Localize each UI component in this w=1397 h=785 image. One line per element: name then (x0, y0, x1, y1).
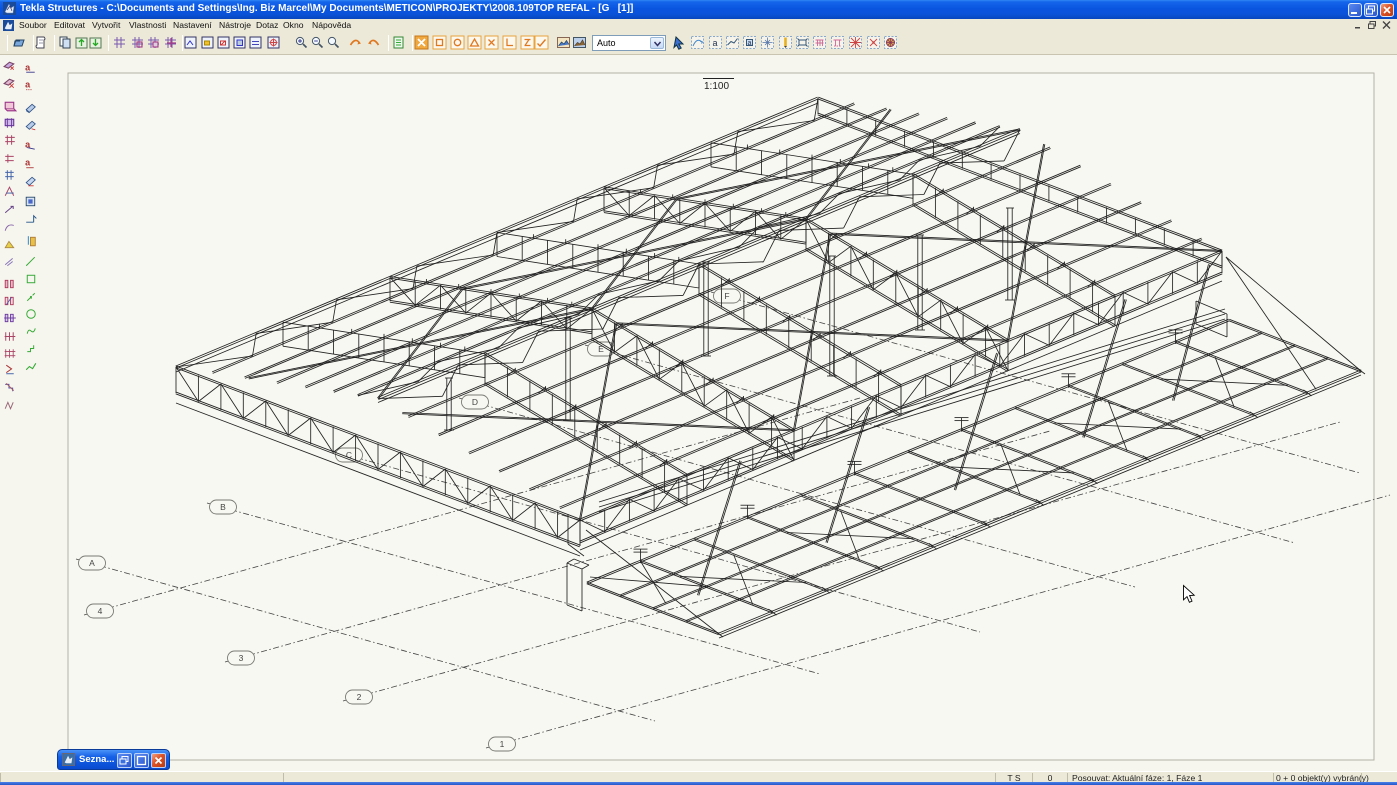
svg-text:F: F (724, 291, 729, 301)
svg-text:a: a (25, 158, 31, 168)
svg-text:1:100: 1:100 (704, 81, 729, 92)
svg-text:3: 3 (239, 653, 244, 663)
svg-text:A: A (89, 558, 95, 568)
svg-text:B: B (220, 502, 226, 512)
svg-text:2: 2 (357, 692, 362, 702)
svg-text:a: a (25, 63, 31, 73)
svg-text:a: a (713, 38, 718, 48)
svg-text:D: D (472, 397, 478, 407)
svg-text:4: 4 (98, 606, 103, 616)
svg-text:a: a (748, 40, 752, 47)
svg-text:1: 1 (500, 739, 505, 749)
svg-text:a: a (25, 80, 31, 90)
